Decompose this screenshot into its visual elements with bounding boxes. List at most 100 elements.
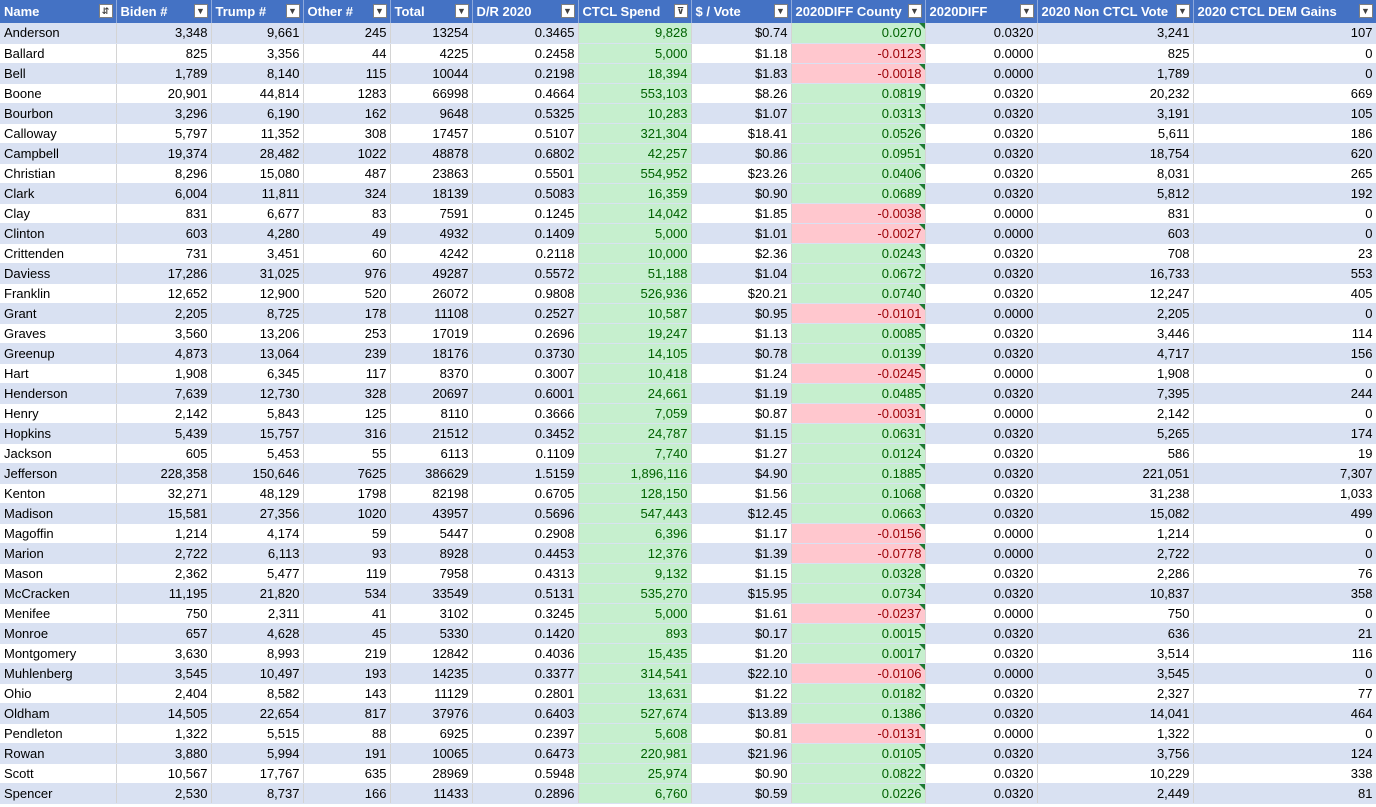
cell-diff-county[interactable]: 0.0672 bbox=[791, 263, 926, 284]
cell-other[interactable]: 45 bbox=[303, 623, 391, 644]
cell-ctcl-dem-gains[interactable]: 76 bbox=[1193, 563, 1376, 584]
cell-diff[interactable]: 0.0000 bbox=[925, 43, 1038, 64]
cell-non-ctcl-vote[interactable]: 15,082 bbox=[1037, 503, 1194, 524]
cell-other[interactable]: 324 bbox=[303, 183, 391, 204]
cell-dollar-per-vote[interactable]: $0.78 bbox=[691, 343, 792, 364]
cell-ctcl-spend[interactable]: 16,359 bbox=[578, 183, 692, 204]
cell-biden[interactable]: 3,296 bbox=[116, 103, 212, 124]
cell-ctcl-spend[interactable]: 51,188 bbox=[578, 263, 692, 284]
cell-total[interactable]: 9648 bbox=[390, 103, 473, 124]
cell-trump[interactable]: 5,843 bbox=[211, 403, 304, 424]
cell-diff-county[interactable]: 0.0015 bbox=[791, 623, 926, 644]
cell-name[interactable]: Monroe bbox=[0, 623, 117, 644]
cell-name[interactable]: Daviess bbox=[0, 263, 117, 284]
cell-ctcl-spend[interactable]: 1,896,116 bbox=[578, 463, 692, 484]
cell-biden[interactable]: 750 bbox=[116, 603, 212, 624]
filter-dropdown-icon[interactable]: ▼ bbox=[193, 4, 208, 18]
cell-ctcl-dem-gains[interactable]: 0 bbox=[1193, 63, 1376, 84]
cell-diff-county[interactable]: 0.1386 bbox=[791, 703, 926, 724]
cell-other[interactable]: 520 bbox=[303, 283, 391, 304]
cell-other[interactable]: 1022 bbox=[303, 143, 391, 164]
cell-non-ctcl-vote[interactable]: 2,142 bbox=[1037, 403, 1194, 424]
cell-dollar-per-vote[interactable]: $1.85 bbox=[691, 203, 792, 224]
cell-non-ctcl-vote[interactable]: 1,789 bbox=[1037, 63, 1194, 84]
cell-total[interactable]: 33549 bbox=[390, 583, 473, 604]
column-header-dollar-per-vote[interactable]: $ / Vote ▼ bbox=[691, 0, 792, 23]
cell-ctcl-spend[interactable]: 7,059 bbox=[578, 403, 692, 424]
filter-dropdown-icon[interactable]: ▼ bbox=[372, 4, 387, 18]
cell-diff-county[interactable]: -0.0027 bbox=[791, 223, 926, 244]
cell-non-ctcl-vote[interactable]: 31,238 bbox=[1037, 483, 1194, 504]
cell-diff-county[interactable]: -0.0245 bbox=[791, 363, 926, 384]
cell-ctcl-spend[interactable]: 12,376 bbox=[578, 543, 692, 564]
cell-dollar-per-vote[interactable]: $1.27 bbox=[691, 443, 792, 464]
cell-name[interactable]: Campbell bbox=[0, 143, 117, 164]
cell-name[interactable]: Graves bbox=[0, 323, 117, 344]
cell-dollar-per-vote[interactable]: $21.96 bbox=[691, 743, 792, 764]
cell-ctcl-spend[interactable]: 9,132 bbox=[578, 563, 692, 584]
column-header-diff-county[interactable]: 2020DIFF County ▼ bbox=[791, 0, 926, 23]
cell-dollar-per-vote[interactable]: $1.20 bbox=[691, 643, 792, 664]
cell-non-ctcl-vote[interactable]: 7,395 bbox=[1037, 383, 1194, 404]
cell-diff[interactable]: 0.0000 bbox=[925, 303, 1038, 324]
cell-total[interactable]: 386629 bbox=[390, 463, 473, 484]
cell-biden[interactable]: 7,639 bbox=[116, 383, 212, 404]
cell-biden[interactable]: 2,722 bbox=[116, 543, 212, 564]
cell-non-ctcl-vote[interactable]: 16,733 bbox=[1037, 263, 1194, 284]
cell-ctcl-spend[interactable]: 19,247 bbox=[578, 323, 692, 344]
cell-trump[interactable]: 11,352 bbox=[211, 123, 304, 144]
cell-ctcl-dem-gains[interactable]: 0 bbox=[1193, 303, 1376, 324]
cell-diff-county[interactable]: 0.0526 bbox=[791, 123, 926, 144]
cell-non-ctcl-vote[interactable]: 4,717 bbox=[1037, 343, 1194, 364]
cell-biden[interactable]: 3,560 bbox=[116, 323, 212, 344]
cell-ctcl-spend[interactable]: 24,661 bbox=[578, 383, 692, 404]
cell-dr-2020[interactable]: 0.5572 bbox=[472, 263, 579, 284]
cell-ctcl-dem-gains[interactable]: 553 bbox=[1193, 263, 1376, 284]
cell-dr-2020[interactable]: 0.2696 bbox=[472, 323, 579, 344]
cell-diff-county[interactable]: -0.0237 bbox=[791, 603, 926, 624]
cell-other[interactable]: 239 bbox=[303, 343, 391, 364]
cell-dollar-per-vote[interactable]: $1.13 bbox=[691, 323, 792, 344]
cell-trump[interactable]: 10,497 bbox=[211, 663, 304, 684]
cell-ctcl-spend[interactable]: 535,270 bbox=[578, 583, 692, 604]
cell-dollar-per-vote[interactable]: $1.22 bbox=[691, 683, 792, 704]
cell-non-ctcl-vote[interactable]: 5,812 bbox=[1037, 183, 1194, 204]
cell-trump[interactable]: 5,477 bbox=[211, 563, 304, 584]
cell-other[interactable]: 1798 bbox=[303, 483, 391, 504]
cell-ctcl-spend[interactable]: 42,257 bbox=[578, 143, 692, 164]
cell-name[interactable]: Ballard bbox=[0, 43, 117, 64]
cell-other[interactable]: 1020 bbox=[303, 503, 391, 524]
cell-dollar-per-vote[interactable]: $1.15 bbox=[691, 563, 792, 584]
cell-dr-2020[interactable]: 0.2118 bbox=[472, 243, 579, 264]
column-header-biden[interactable]: Biden # ▼ bbox=[116, 0, 212, 23]
cell-non-ctcl-vote[interactable]: 3,756 bbox=[1037, 743, 1194, 764]
cell-diff[interactable]: 0.0000 bbox=[925, 223, 1038, 244]
cell-total[interactable]: 21512 bbox=[390, 423, 473, 444]
cell-biden[interactable]: 15,581 bbox=[116, 503, 212, 524]
cell-name[interactable]: Kenton bbox=[0, 483, 117, 504]
cell-ctcl-spend[interactable]: 10,283 bbox=[578, 103, 692, 124]
cell-other[interactable]: 976 bbox=[303, 263, 391, 284]
cell-dr-2020[interactable]: 0.5501 bbox=[472, 163, 579, 184]
column-header-name[interactable]: Name ⇵ bbox=[0, 0, 117, 23]
cell-name[interactable]: Boone bbox=[0, 83, 117, 104]
cell-dr-2020[interactable]: 0.9808 bbox=[472, 283, 579, 304]
cell-trump[interactable]: 31,025 bbox=[211, 263, 304, 284]
filter-dropdown-icon[interactable]: ▼ bbox=[773, 4, 788, 18]
cell-total[interactable]: 4242 bbox=[390, 243, 473, 264]
cell-dollar-per-vote[interactable]: $18.41 bbox=[691, 123, 792, 144]
cell-dollar-per-vote[interactable]: $13.89 bbox=[691, 703, 792, 724]
cell-ctcl-dem-gains[interactable]: 0 bbox=[1193, 663, 1376, 684]
cell-ctcl-spend[interactable]: 5,608 bbox=[578, 723, 692, 744]
cell-name[interactable]: Mason bbox=[0, 563, 117, 584]
cell-trump[interactable]: 6,345 bbox=[211, 363, 304, 384]
cell-total[interactable]: 8370 bbox=[390, 363, 473, 384]
cell-diff-county[interactable]: 0.0951 bbox=[791, 143, 926, 164]
cell-dr-2020[interactable]: 0.2527 bbox=[472, 303, 579, 324]
cell-total[interactable]: 6113 bbox=[390, 443, 473, 464]
filter-dropdown-icon[interactable]: ▼ bbox=[907, 4, 922, 18]
cell-diff-county[interactable]: 0.0689 bbox=[791, 183, 926, 204]
cell-non-ctcl-vote[interactable]: 12,247 bbox=[1037, 283, 1194, 304]
cell-ctcl-dem-gains[interactable]: 174 bbox=[1193, 423, 1376, 444]
cell-diff[interactable]: 0.0320 bbox=[925, 783, 1038, 804]
